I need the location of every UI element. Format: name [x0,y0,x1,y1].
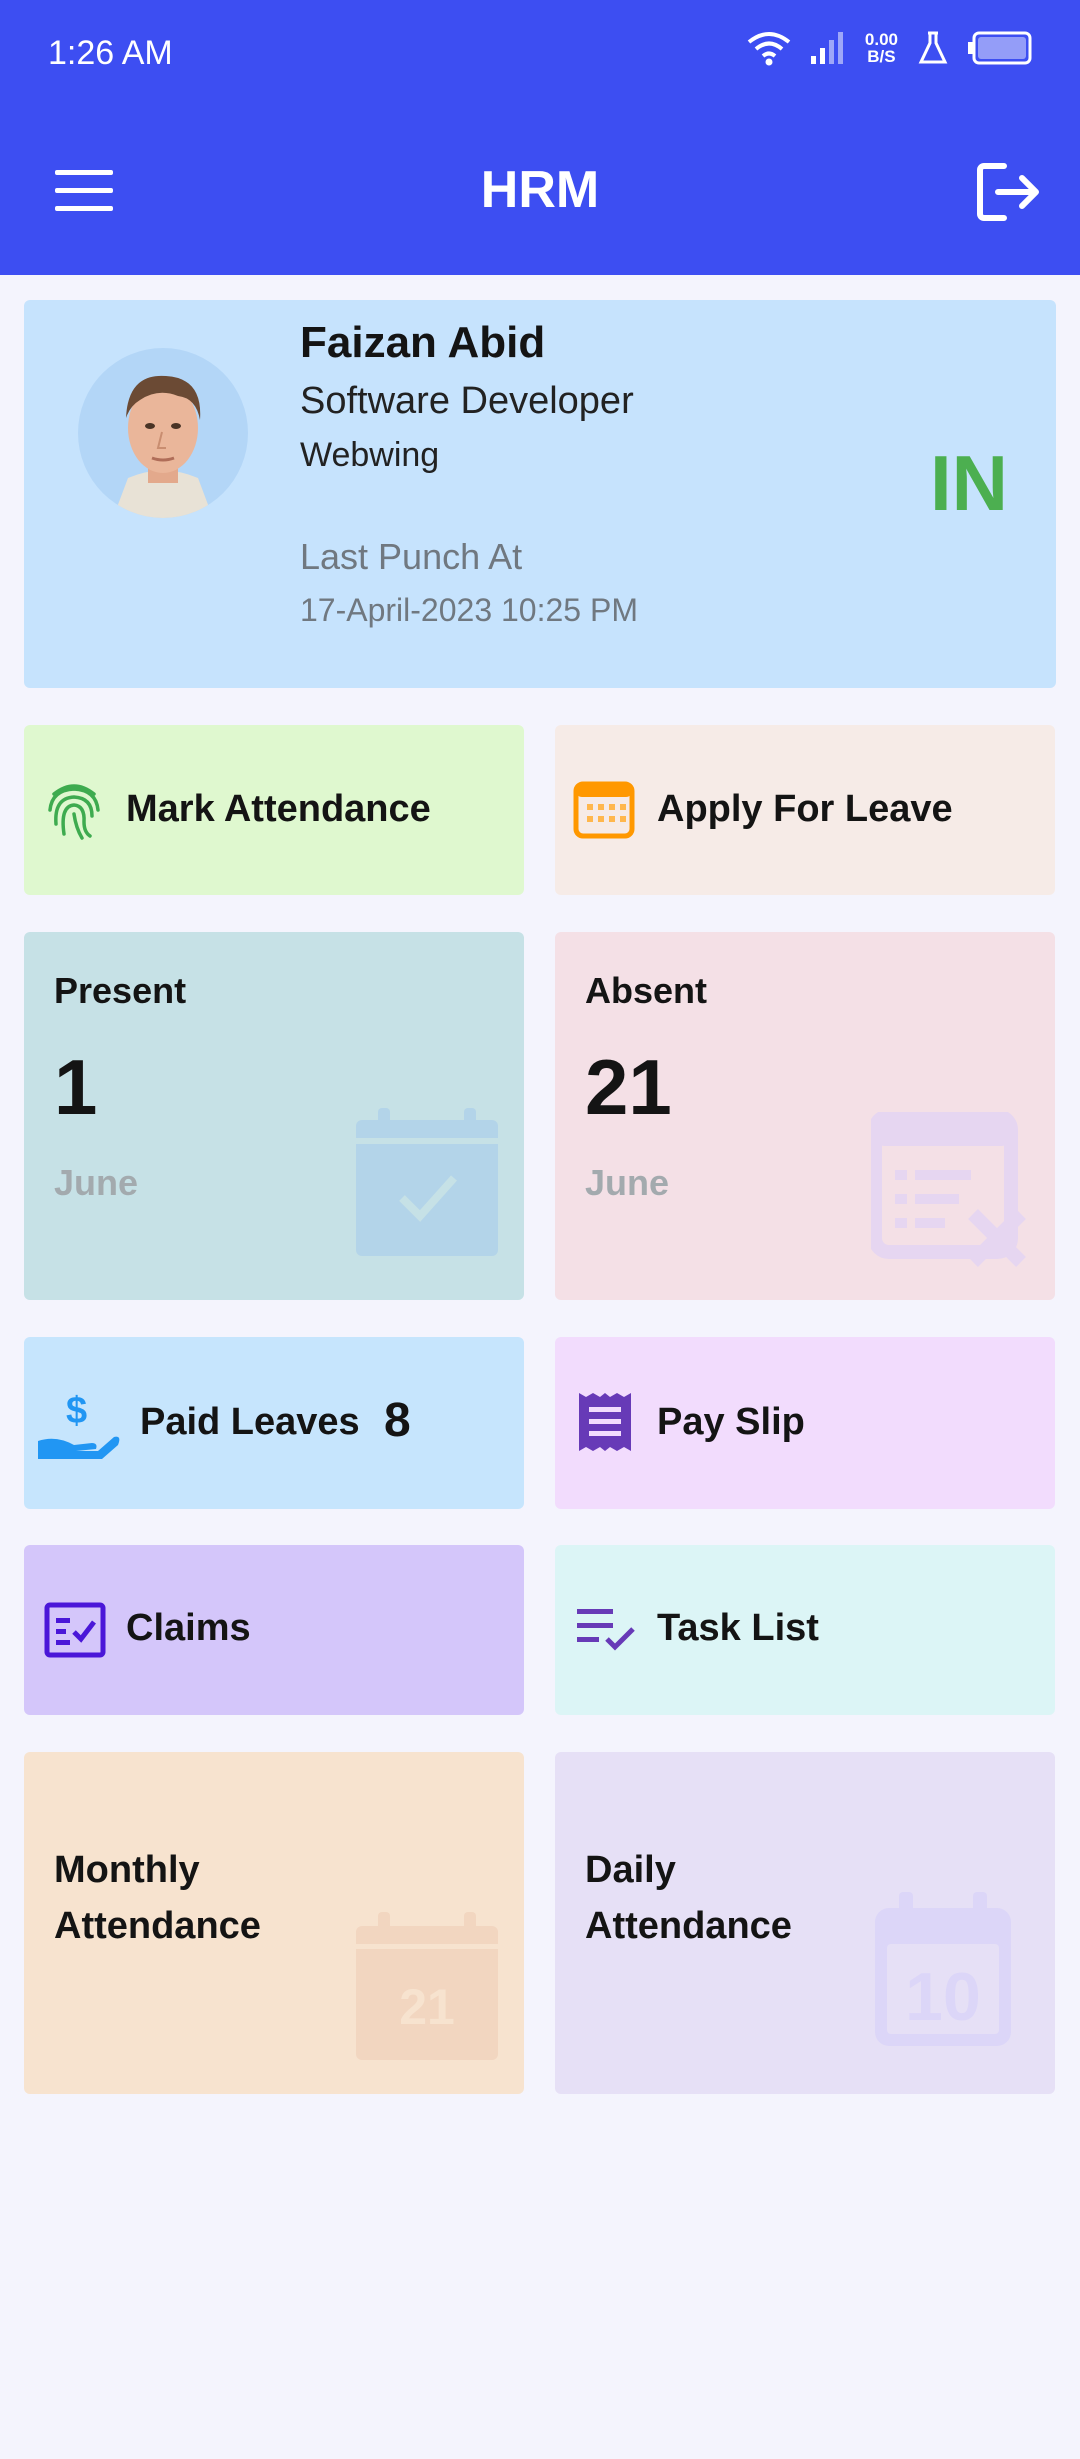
signal-icon [810,32,843,64]
wifi-icon [747,32,791,66]
battery-icon [968,31,1032,65]
receipt-icon [579,1393,631,1451]
employee-name: Faizan Abid [300,318,546,367]
absent-card[interactable]: Absent 21 June [555,932,1055,1300]
present-count: 1 [54,1043,98,1131]
daily-attendance-button[interactable]: Daily Attendance 10 [555,1752,1055,2094]
claims-button[interactable]: Claims [24,1545,524,1715]
calendar-cross-icon [871,1112,1026,1267]
profile-card: Faizan Abid Software Developer Webwing L… [24,300,1056,688]
claims-checklist-icon [44,1602,106,1658]
task-list-icon [577,1609,635,1651]
apply-leave-label: Apply For Leave [657,788,953,830]
status-icons: 0.00 B/S [747,30,1032,66]
mark-attendance-label: Mark Attendance [126,788,431,830]
net-speed: 0.00 B/S [864,30,898,66]
absent-count: 21 [585,1043,672,1131]
claims-label: Claims [126,1607,251,1649]
absent-month: June [585,1162,670,1203]
paid-leaves-card[interactable]: $ Paid Leaves 8 [24,1337,524,1509]
task-list-button[interactable]: Task List [555,1545,1055,1715]
monthly-attendance-button[interactable]: Monthly Attendance 21 [24,1752,524,2094]
monthly-calendar-icon: 21 [356,1912,498,2060]
pay-slip-button[interactable]: Pay Slip [555,1337,1055,1509]
mark-attendance-button[interactable]: Mark Attendance [24,725,524,895]
calendar-check-icon [356,1108,498,1256]
absent-title: Absent [585,970,708,1011]
task-list-label: Task List [657,1607,819,1649]
paid-leaves-count: 8 [384,1394,411,1447]
monthly-calendar-number: 21 [399,1979,455,2035]
last-punch-time: 17-April-2023 10:25 PM [300,592,638,628]
employee-company: Webwing [300,436,440,474]
punch-status: IN [930,439,1008,527]
apply-leave-button[interactable]: Apply For Leave [555,725,1055,895]
employee-role: Software Developer [300,380,634,422]
lab-flask-icon [918,31,948,64]
fingerprint-icon [48,784,100,840]
calendar-icon [573,781,635,839]
paid-leaves-label: Paid Leaves [140,1401,360,1443]
present-card[interactable]: Present 1 June [24,932,524,1300]
monthly-attendance-label: Monthly Attendance [54,1849,261,1947]
app-title: HRM [480,161,600,219]
status-time: 1:26 AM [48,34,173,72]
svg-text:$: $ [66,1390,87,1432]
logout-icon[interactable] [976,160,1042,224]
present-title: Present [54,970,187,1011]
last-punch-label: Last Punch At [300,536,523,577]
hand-money-icon: $ [38,1390,120,1459]
daily-attendance-label: Daily Attendance [585,1849,792,1947]
daily-calendar-icon: 10 [875,1892,1011,2046]
avatar [78,348,248,518]
daily-calendar-number: 10 [905,1959,981,2035]
pay-slip-label: Pay Slip [657,1401,805,1443]
avatar-image [113,375,213,518]
present-month: June [54,1162,139,1203]
app-bar: 1:26 AM 0.00 B/S HRM [0,0,1080,275]
